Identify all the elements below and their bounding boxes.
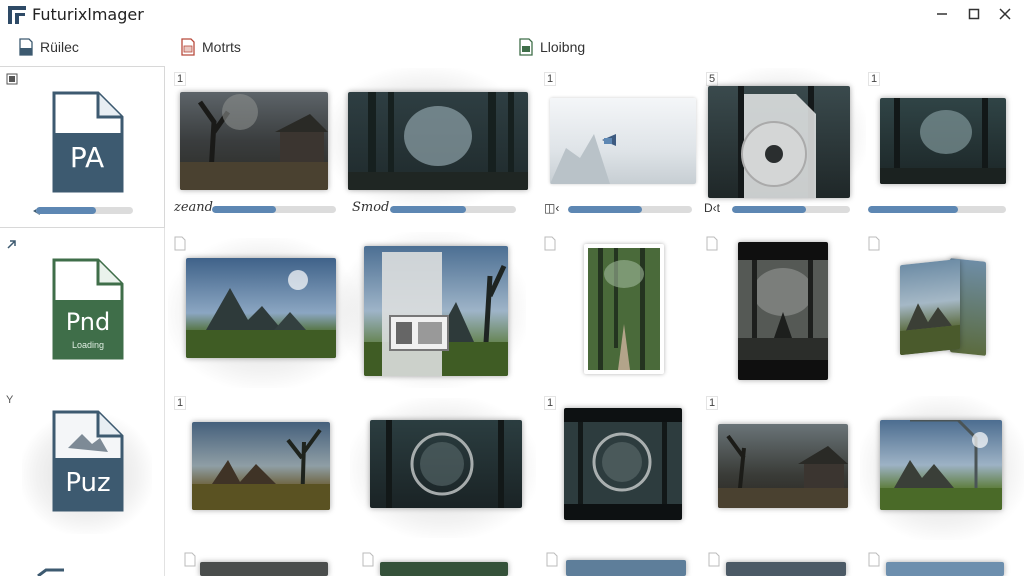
puz-badge: Puz	[65, 468, 111, 498]
cell-caption: Smod	[352, 200, 390, 215]
toolbar-item-1-label: Rüilec	[40, 39, 79, 55]
thumb-cell-r3c1[interactable]: 1	[170, 392, 335, 552]
cell-progress	[732, 206, 850, 213]
thumb-cell-r1c5[interactable]: 1	[864, 68, 1024, 228]
maximize-icon	[968, 8, 980, 20]
sidebar: PA Pnd Loading Y Puz	[0, 66, 165, 576]
title-bar: Futurixlmager	[0, 0, 1024, 30]
cell-progress	[568, 206, 692, 213]
file-icon	[868, 236, 880, 251]
thumbnail-image-row4-c4[interactable]	[726, 562, 846, 576]
toolbar-item-3[interactable]: Lloibng	[518, 38, 585, 56]
close-icon	[999, 8, 1011, 20]
app-logo-icon	[8, 6, 26, 24]
thumb-cell-r2c3[interactable]	[540, 232, 705, 392]
cell-index: 1	[174, 396, 186, 410]
pa-badge: PA	[69, 141, 105, 174]
puz-file-icon	[52, 410, 124, 512]
pnd-sublabel: Loading	[71, 340, 105, 350]
thumbnail-image	[192, 422, 330, 510]
thumb-cell-r2c5[interactable]	[864, 232, 1024, 392]
cell-progress	[390, 206, 516, 213]
sidebar-progress-bar	[36, 207, 133, 214]
minimize-icon	[937, 13, 947, 15]
thumb-cell-r1c2[interactable]: Smod	[326, 68, 528, 228]
thumb-cell-r2c4[interactable]	[702, 232, 867, 392]
thumbnail-image	[348, 92, 528, 190]
thumbnail-image	[370, 420, 522, 508]
thumb-cell-r2c2[interactable]	[340, 232, 526, 392]
document-icon	[19, 38, 33, 56]
green-file-icon	[519, 38, 533, 56]
cell-index: 1	[706, 396, 718, 410]
thumb-cell-r3c2[interactable]	[350, 392, 536, 552]
small-doc-icon	[6, 73, 18, 85]
file-icon	[706, 236, 718, 251]
cell-caption: D‹t	[704, 201, 720, 215]
cell-index: 1	[544, 396, 556, 410]
thumbnail-image	[880, 420, 1002, 510]
toolbar-item-2-label: Motrts	[202, 39, 241, 55]
thumb-cell-r3c4[interactable]: 1	[702, 392, 867, 552]
thumbnail-image	[738, 242, 828, 380]
partial-file-icon	[37, 568, 64, 576]
app-window: Futurixlmager Rüilec Motrts Lloibng PA P…	[0, 0, 1024, 576]
thumbnail-image	[180, 92, 328, 190]
sidebar-item-marker: Y	[6, 394, 14, 406]
thumbnail-image	[718, 424, 848, 508]
file-icon	[184, 552, 196, 567]
thumbnail-image-row4-c5[interactable]	[886, 562, 1004, 576]
pnd-badge: Pnd	[65, 308, 111, 336]
close-button[interactable]	[997, 6, 1013, 22]
thumbnail-image	[564, 408, 682, 520]
cell-caption: ◫‹	[544, 201, 560, 215]
cell-progress	[868, 206, 1006, 213]
thumbnail-image	[584, 244, 664, 374]
cell-progress	[212, 206, 336, 213]
thumbnail-image	[550, 98, 696, 184]
thumbnail-image	[186, 258, 336, 358]
image-file-icon	[181, 38, 195, 56]
cell-index: 1	[868, 72, 880, 86]
thumbnail-image-row4-c3[interactable]	[566, 560, 686, 576]
thumb-cell-r3c5[interactable]	[860, 392, 1024, 552]
file-icon	[546, 552, 558, 567]
maximize-button[interactable]	[966, 6, 982, 22]
thumbnail-image-row4-c2[interactable]	[380, 562, 508, 576]
thumbnail-image	[708, 86, 850, 198]
thumb-cell-r1c1[interactable]: 1 zeand	[170, 68, 336, 228]
thumbnail-image	[364, 246, 508, 376]
toolbar-item-2[interactable]: Motrts	[180, 38, 241, 56]
thumb-cell-r3c3[interactable]: 1	[540, 392, 705, 552]
cell-caption: zeand	[174, 200, 213, 215]
sidebar-item-pa[interactable]: PA	[0, 66, 165, 228]
file-icon	[868, 552, 880, 567]
file-icon	[708, 552, 720, 567]
file-icon	[362, 552, 374, 567]
minimize-button[interactable]	[934, 6, 950, 22]
file-icon	[544, 236, 556, 251]
small-arrow-icon	[7, 240, 16, 249]
cell-index: 1	[544, 72, 556, 86]
sidebar-item-pnd[interactable]: Pnd Loading	[0, 232, 165, 382]
thumb-cell-r1c3[interactable]: 1 ◫‹	[540, 68, 705, 228]
window-title: Futurixlmager	[32, 5, 144, 24]
thumb-cell-r2c1[interactable]	[168, 232, 358, 392]
thumbnail-image	[880, 98, 1006, 184]
toolbar: Rüilec Motrts Lloibng	[0, 32, 1024, 66]
thumbnail-image	[900, 258, 960, 356]
thumbnail-image-row4-c1[interactable]	[200, 562, 328, 576]
disc-icon	[765, 145, 783, 163]
toolbar-item-3-label: Lloibng	[540, 39, 586, 55]
toolbar-item-1[interactable]: Rüilec	[18, 38, 79, 56]
cell-index: 1	[174, 72, 186, 86]
thumb-cell-r1c4[interactable]: 5 D‹t	[696, 68, 867, 228]
sidebar-item-puz[interactable]: Y Puz	[0, 388, 165, 548]
